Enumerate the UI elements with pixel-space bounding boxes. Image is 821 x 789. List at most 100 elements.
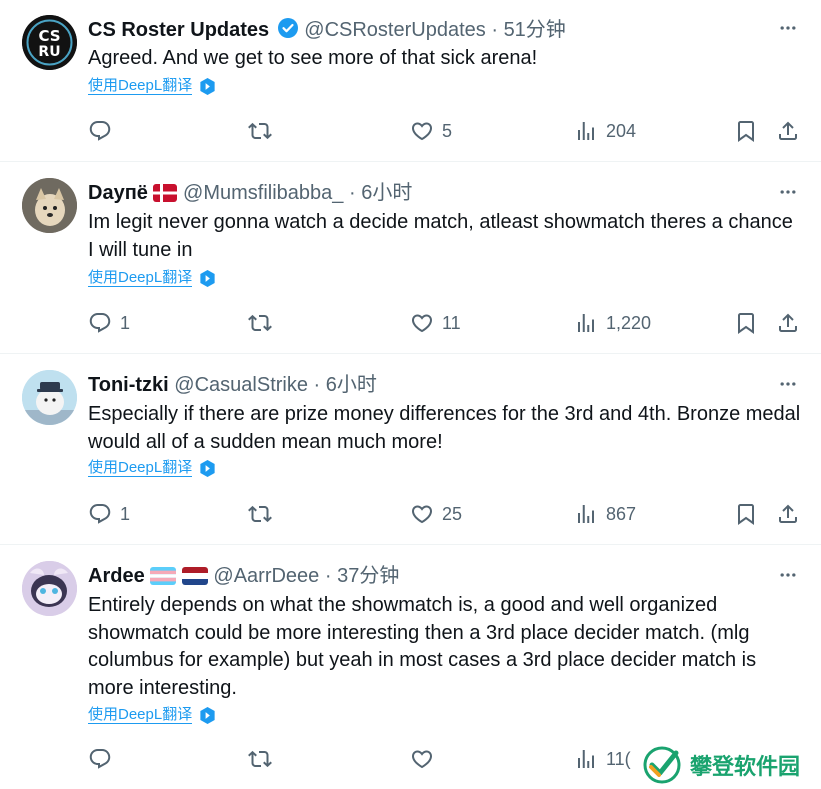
separator-dot: ·	[324, 565, 332, 587]
translate-label[interactable]: 使用DeepL翻译	[88, 706, 193, 724]
heart-icon	[410, 311, 434, 335]
svg-text:CS: CS	[38, 27, 60, 45]
reply-count: 1	[120, 312, 131, 333]
like-button[interactable]: 5	[410, 117, 452, 145]
tweet[interactable]: Dayпё @Mumsfilibabba_ · 6小时 Im legit nev…	[0, 162, 821, 354]
retweet-button[interactable]	[248, 745, 280, 773]
cs-ru-logo: CS RU	[22, 15, 77, 70]
avatar[interactable]	[22, 178, 77, 233]
share-icon	[776, 119, 800, 143]
like-button[interactable]: 11	[410, 309, 461, 337]
author-handle[interactable]: @Mumsfilibabba_	[183, 182, 343, 204]
tweet-text: Especially if there are prize money diff…	[88, 403, 801, 453]
like-button[interactable]: 25	[410, 500, 462, 528]
reply-count: 1	[120, 503, 131, 524]
like-count: 5	[442, 120, 453, 141]
retweet-button[interactable]	[248, 309, 280, 337]
reply-button[interactable]	[88, 745, 120, 773]
bar-chart-icon	[574, 311, 598, 335]
author-name[interactable]: CS Roster Updates	[88, 19, 269, 41]
more-options-icon[interactable]	[775, 18, 801, 38]
more-options-icon[interactable]	[775, 182, 801, 202]
translate-link[interactable]: 使用DeepL翻译	[88, 268, 217, 288]
tweet-text: Im legit never gonna watch a decide matc…	[88, 211, 793, 261]
deepl-icon	[198, 706, 217, 725]
reply-button[interactable]: 1	[88, 500, 130, 528]
retweet-icon	[248, 747, 272, 771]
translate-link[interactable]: 使用DeepL翻译	[88, 76, 217, 96]
checkmark-logo-icon	[643, 746, 681, 783]
action-bar: 1 11 1,220	[0, 309, 821, 337]
bookmark-button[interactable]	[734, 500, 758, 528]
bar-chart-icon	[574, 119, 598, 143]
separator-dot: ·	[491, 19, 498, 41]
avatar[interactable]: CS RU	[22, 15, 77, 70]
watermark: 攀登软件园	[638, 740, 821, 789]
more-options-icon[interactable]	[775, 565, 801, 585]
separator-dot: ·	[348, 182, 356, 204]
moomin-character	[22, 370, 77, 425]
heart-icon	[410, 119, 434, 143]
translate-link[interactable]: 使用DeepL翻译	[88, 705, 217, 725]
avatar[interactable]	[22, 561, 77, 616]
svg-text:RU: RU	[38, 44, 60, 60]
tweet[interactable]: Toni-tzki @CasualStrike · 6小时 Especially…	[0, 354, 821, 545]
heart-icon	[410, 502, 434, 526]
deepl-icon	[198, 269, 217, 288]
like-button[interactable]	[410, 745, 442, 773]
share-button[interactable]	[776, 117, 800, 145]
share-button[interactable]	[776, 500, 800, 528]
views-button[interactable]: 11(	[574, 745, 631, 773]
bookmark-icon	[734, 311, 758, 335]
translate-label[interactable]: 使用DeepL翻译	[88, 77, 193, 95]
author-handle[interactable]: @CSRosterUpdates	[304, 19, 485, 41]
reply-icon	[88, 119, 112, 143]
views-button[interactable]: 867	[574, 500, 636, 528]
reply-button[interactable]: 1	[88, 309, 130, 337]
anime-creature	[22, 561, 77, 616]
separator-dot: ·	[313, 374, 321, 396]
view-count: 867	[606, 503, 637, 524]
timestamp[interactable]: 6小时	[326, 374, 377, 396]
bookmark-icon	[734, 502, 758, 526]
author-handle[interactable]: @AarrDeee	[213, 565, 319, 587]
action-bar: 5 204	[0, 117, 821, 145]
view-count: 11(	[606, 748, 631, 769]
bookmark-icon	[734, 119, 758, 143]
reply-icon	[88, 747, 112, 771]
timestamp[interactable]: 51分钟	[504, 19, 566, 41]
translate-link[interactable]: 使用DeepL翻译	[88, 458, 217, 478]
avatar[interactable]	[22, 370, 77, 425]
author-name[interactable]: Toni-tzki	[88, 374, 169, 396]
view-count: 204	[606, 120, 637, 141]
retweet-icon	[248, 119, 272, 143]
bookmark-button[interactable]	[734, 117, 758, 145]
deepl-icon	[198, 77, 217, 96]
retweet-button[interactable]	[248, 500, 280, 528]
netherlands-flag-icon	[181, 567, 208, 585]
views-button[interactable]: 204	[574, 117, 636, 145]
translate-label[interactable]: 使用DeepL翻译	[88, 459, 193, 477]
author-name[interactable]: Ardee	[88, 565, 145, 587]
bookmark-button[interactable]	[734, 309, 758, 337]
timestamp[interactable]: 37分钟	[337, 565, 399, 587]
share-button[interactable]	[776, 309, 800, 337]
tweet-text: Entirely depends on what the showmatch i…	[88, 594, 757, 699]
reply-button[interactable]	[88, 117, 120, 145]
author-handle[interactable]: @CasualStrike	[174, 374, 308, 396]
share-icon	[776, 502, 800, 526]
translate-label[interactable]: 使用DeepL翻译	[88, 269, 193, 287]
heart-icon	[410, 747, 434, 771]
retweet-button[interactable]	[248, 117, 280, 145]
bar-chart-icon	[574, 502, 598, 526]
like-count: 11	[442, 312, 461, 333]
verified-badge-icon	[277, 18, 298, 38]
bar-chart-icon	[574, 747, 598, 771]
share-icon	[776, 311, 800, 335]
views-button[interactable]: 1,220	[574, 309, 651, 337]
more-options-icon[interactable]	[775, 374, 801, 394]
tweet[interactable]: CS RU CS Roster Updates @CSRosterUpdates…	[0, 0, 821, 162]
timestamp[interactable]: 6小时	[361, 182, 412, 204]
action-bar: 1 25 867	[0, 500, 821, 528]
author-name[interactable]: Dayпё	[88, 182, 148, 204]
